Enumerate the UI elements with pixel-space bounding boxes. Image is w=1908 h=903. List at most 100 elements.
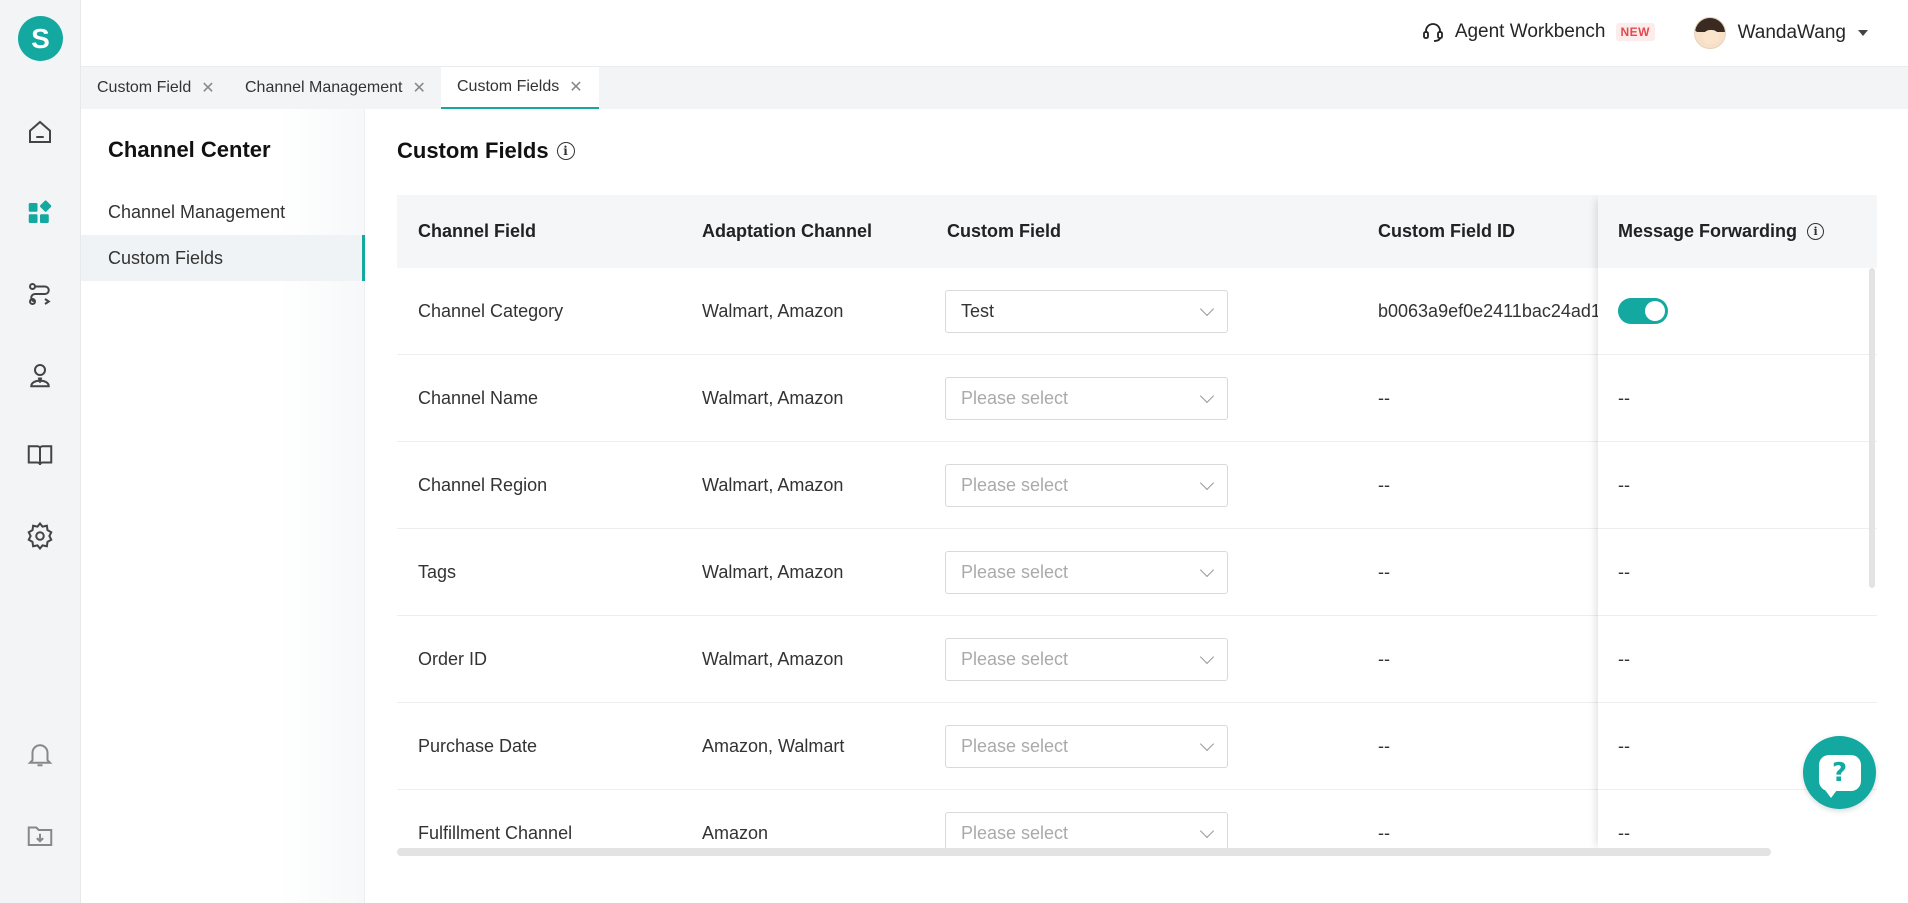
custom-field-cell: Please select <box>945 355 1228 442</box>
message-forwarding-cell: -- <box>1598 616 1877 703</box>
home-icon[interactable] <box>24 116 56 148</box>
select-placeholder: Please select <box>961 475 1069 495</box>
custom-field-id-cell: -- <box>1378 823 1390 843</box>
app-logo[interactable]: S <box>18 16 63 61</box>
adaptation-channel-cell: Amazon <box>702 823 769 843</box>
adaptation-channel-cell: Walmart, Amazon <box>702 562 844 582</box>
horizontal-scrollbar[interactable] <box>397 848 1771 856</box>
chevron-down-icon <box>1199 562 1215 577</box>
adaptation-channel-cell: Amazon, Walmart <box>702 736 845 756</box>
help-button[interactable]: ? <box>1803 736 1876 809</box>
column-header-channel-field: Channel Field <box>418 221 537 241</box>
forwarding-value: -- <box>1618 474 1630 495</box>
nav-item-custom-fields[interactable]: Custom Fields <box>81 235 365 281</box>
custom-field-select[interactable]: Please select <box>945 464 1228 507</box>
custom-field-select[interactable]: Please select <box>945 551 1228 594</box>
custom-field-select[interactable]: Please select <box>945 638 1228 681</box>
close-icon[interactable]: ✕ <box>201 78 214 98</box>
agent-icon[interactable] <box>24 359 56 391</box>
adaptation-channel-cell: Walmart, Amazon <box>702 301 844 321</box>
message-forwarding-cell: -- <box>1598 529 1877 616</box>
channel-field-cell: Channel Region <box>418 475 548 495</box>
vertical-scrollbar[interactable] <box>1869 268 1875 588</box>
user-menu[interactable]: WandaWang <box>1693 17 1868 49</box>
chevron-down-icon <box>1199 301 1215 316</box>
channel-field-cell: Tags <box>418 562 457 582</box>
tab-channel-management[interactable]: Channel Management ✕ <box>229 67 442 109</box>
agent-workbench-link[interactable]: Agent Workbench NEW <box>1421 20 1655 44</box>
adaptation-channel-cell: Walmart, Amazon <box>702 649 844 669</box>
custom-field-cell: Please select <box>945 442 1228 529</box>
custom-field-id-cell: -- <box>1378 736 1390 756</box>
chevron-down-icon <box>1199 388 1215 403</box>
message-forwarding-toggle[interactable] <box>1618 298 1668 324</box>
nav-item-label: Custom Fields <box>108 247 224 268</box>
page-title-text: Custom Fields <box>397 138 549 163</box>
select-placeholder: Please select <box>961 388 1069 408</box>
custom-field-id-cell: -- <box>1378 649 1390 669</box>
custom-field-cell: Please select <box>945 790 1228 850</box>
tab-custom-fields[interactable]: Custom Fields ✕ <box>441 67 599 109</box>
page-title: Custom Fields i <box>397 138 575 164</box>
custom-field-cell: Please select <box>945 703 1228 790</box>
close-icon[interactable]: ✕ <box>569 77 582 97</box>
select-placeholder: Please select <box>961 562 1069 582</box>
custom-field-cell: Please select <box>945 616 1228 703</box>
routing-icon[interactable] <box>24 278 56 310</box>
channel-field-cell: Order ID <box>418 649 488 669</box>
forwarding-value: -- <box>1618 387 1630 408</box>
download-folder-icon[interactable] <box>24 819 56 851</box>
help-question-icon: ? <box>1818 754 1861 798</box>
message-forwarding-cell: -- <box>1598 355 1877 442</box>
select-placeholder: Please select <box>961 736 1069 756</box>
column-header-message-forwarding: Message Forwarding i <box>1598 195 1877 268</box>
left-icon-rail: S <box>0 0 81 903</box>
custom-field-id-cell: -- <box>1378 475 1390 495</box>
select-placeholder: Please select <box>961 649 1069 669</box>
forwarding-value: -- <box>1618 561 1630 582</box>
column-header-adaptation-channel: Adaptation Channel <box>702 221 872 241</box>
chevron-down-icon <box>1199 823 1215 838</box>
top-bar: Agent Workbench NEW WandaWang <box>81 0 1908 67</box>
logo-letter: S <box>31 22 50 54</box>
forwarding-value: -- <box>1618 822 1630 843</box>
adaptation-channel-cell: Walmart, Amazon <box>702 388 844 408</box>
channel-center-nav: Channel Center Channel Management Custom… <box>81 109 365 903</box>
agent-workbench-label: Agent Workbench <box>1454 21 1606 42</box>
headset-icon <box>1422 23 1443 42</box>
nav-title: Channel Center <box>108 137 271 162</box>
select-placeholder: Please select <box>961 823 1069 843</box>
user-name: WandaWang <box>1737 22 1846 43</box>
adaptation-channel-cell: Walmart, Amazon <box>702 475 844 495</box>
custom-field-id-cell: -- <box>1378 562 1390 582</box>
notification-bell-icon[interactable] <box>24 738 56 770</box>
info-icon[interactable]: i <box>1807 223 1825 240</box>
column-header-custom-field: Custom Field <box>947 221 1062 241</box>
message-forwarding-cell: -- <box>1598 442 1877 529</box>
channel-field-cell: Channel Category <box>418 301 564 321</box>
forwarding-value: -- <box>1618 735 1630 756</box>
custom-field-id-cell: -- <box>1378 388 1390 408</box>
channel-field-cell: Channel Name <box>418 388 539 408</box>
settings-gear-icon[interactable] <box>24 520 56 552</box>
info-icon[interactable]: i <box>556 142 575 160</box>
apps-icon[interactable] <box>24 197 56 229</box>
channel-field-cell: Purchase Date <box>418 736 538 756</box>
select-value: Test <box>961 301 995 321</box>
tab-custom-field[interactable]: Custom Field ✕ <box>81 67 231 109</box>
custom-field-id-cell: b0063a9ef0e2411bac24ad1 <box>1378 301 1601 321</box>
close-icon[interactable]: ✕ <box>412 78 425 98</box>
custom-field-select[interactable]: Please select <box>945 812 1228 850</box>
tab-label: Custom Fields <box>457 78 560 95</box>
message-forwarding-cell <box>1598 268 1877 355</box>
channel-field-cell: Fulfillment Channel <box>418 823 573 843</box>
chevron-down-icon <box>1199 736 1215 751</box>
custom-field-select[interactable]: Test <box>945 290 1228 333</box>
custom-field-select[interactable]: Please select <box>945 377 1228 420</box>
tab-label: Custom Field <box>97 79 192 96</box>
knowledge-book-icon[interactable] <box>24 439 56 471</box>
custom-field-select[interactable]: Please select <box>945 725 1228 768</box>
new-badge: NEW <box>1615 23 1655 41</box>
nav-item-channel-management[interactable]: Channel Management <box>81 189 365 235</box>
column-header-custom-field-id: Custom Field ID <box>1378 221 1516 241</box>
